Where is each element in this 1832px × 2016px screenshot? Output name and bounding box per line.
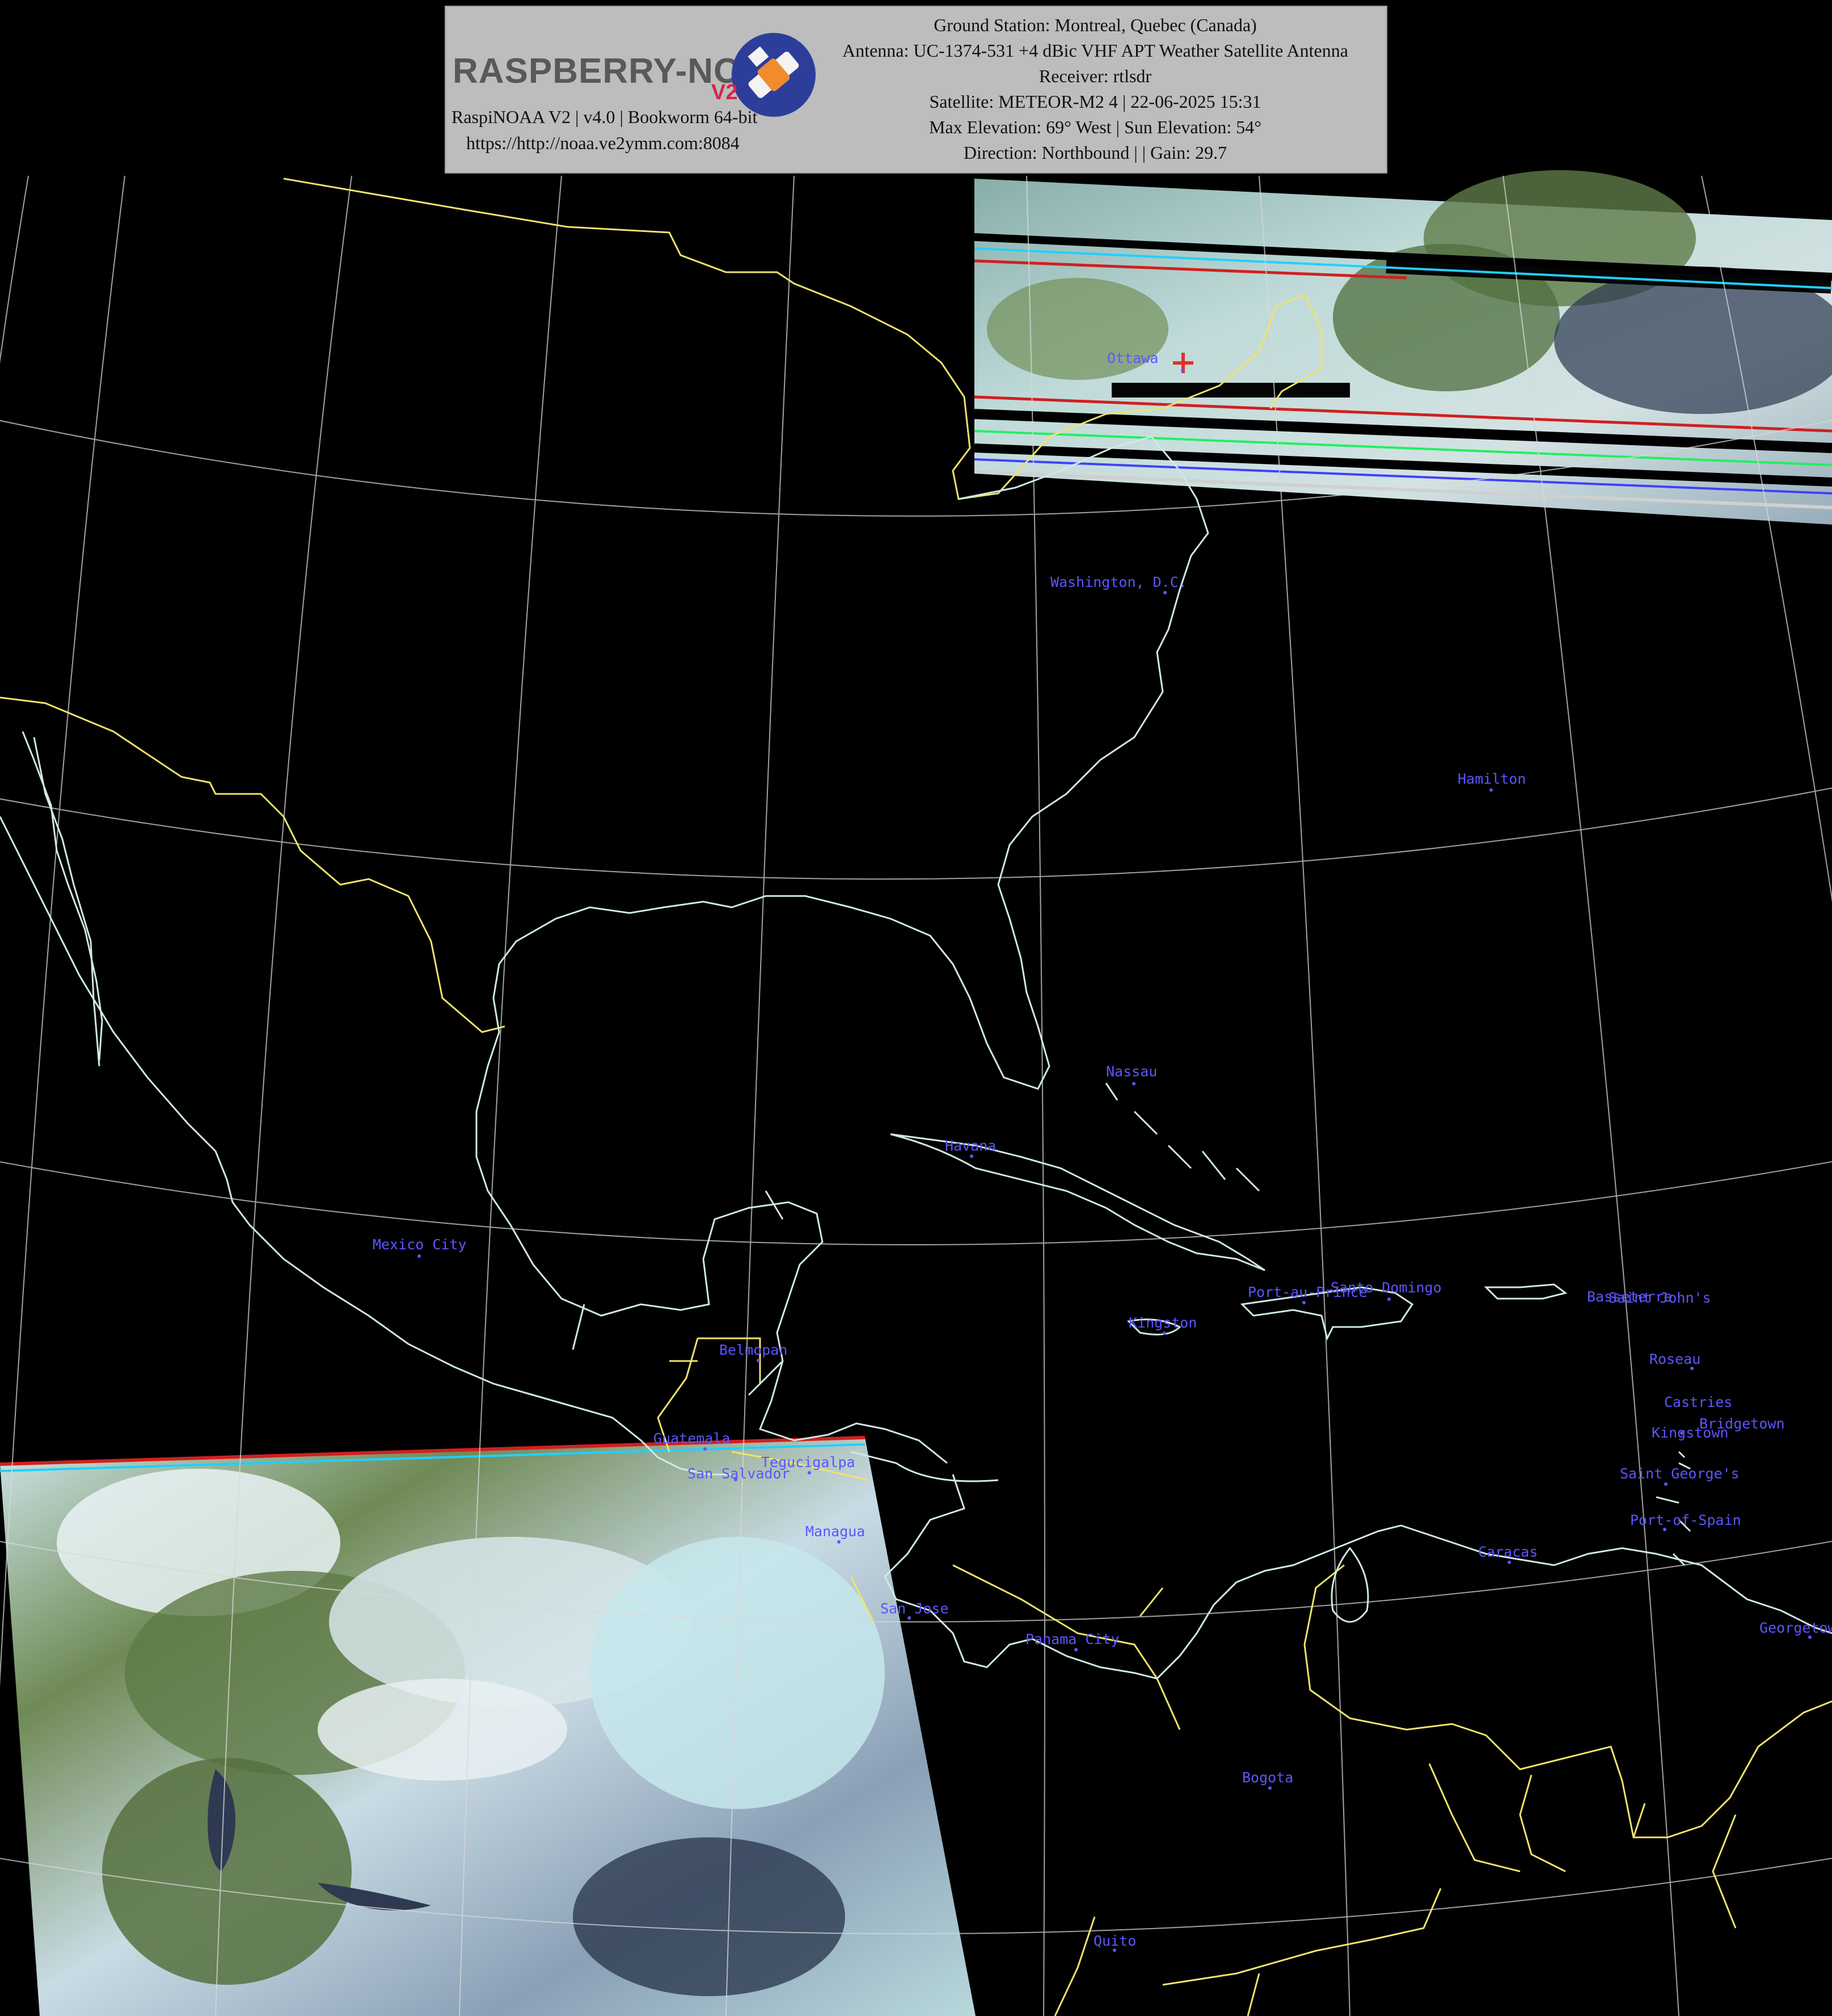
direction-gain: Direction: Northbound | | Gain: 29.7: [963, 142, 1227, 163]
software-version: RaspiNOAA V2 | v4.0 | Bookworm 64-bit: [451, 107, 758, 127]
city-dot: [1074, 1648, 1078, 1651]
city-dot: [1690, 1367, 1694, 1370]
city-dot: [1181, 369, 1184, 372]
city-dot: [703, 1447, 707, 1451]
satellite-icon: [732, 33, 816, 117]
city-label: Saint John's: [1609, 1290, 1711, 1306]
city-dot: [1664, 1482, 1668, 1486]
city-label: Quito: [1094, 1933, 1137, 1949]
city-dot: [734, 1478, 737, 1481]
satellite-map: [0, 170, 1832, 2016]
antenna: Antenna: UC-1374-531 +4 dBic VHF APT Wea…: [842, 40, 1348, 61]
raspberry-noaa-logo: RASPBERRY-NOAA V2: [449, 17, 816, 117]
city-label: Port-of-Spain: [1630, 1512, 1741, 1528]
city-label: Panama City: [1025, 1631, 1120, 1647]
city-dot: [417, 1254, 421, 1258]
pass-details: Ground Station: Montreal, Quebec (Canada…: [809, 12, 1382, 166]
city-dot: [1113, 1949, 1116, 1952]
city-label: Belmopan: [719, 1342, 788, 1358]
city-dot: [1163, 1332, 1166, 1335]
station-url: https://http://noaa.ve2ymm.com:8084: [466, 133, 740, 153]
city-label: Ottawa: [1107, 350, 1159, 366]
city-dot: [907, 1616, 911, 1620]
city-label: Havana: [945, 1138, 997, 1154]
city-label: Bridgetown: [1699, 1415, 1785, 1432]
city-dot: [757, 1359, 760, 1362]
city-label: Kingston: [1129, 1315, 1197, 1331]
city-dot: [1387, 1297, 1391, 1301]
city-label: Mexico City: [373, 1236, 467, 1253]
city-dot: [970, 1155, 973, 1158]
city-dot: [1268, 1786, 1272, 1790]
elevation: Max Elevation: 69° West | Sun Elevation:…: [928, 117, 1262, 137]
city-label: Washington, D.C.: [1050, 574, 1187, 590]
ground-station: Ground Station: Montreal, Quebec (Canada…: [934, 15, 1257, 35]
city-dot: [808, 1471, 811, 1474]
city-label: Saint George's: [1620, 1465, 1740, 1482]
city-dot: [1663, 1528, 1666, 1531]
city-label: Guatemala: [653, 1430, 731, 1447]
city-label: Nassau: [1106, 1063, 1158, 1080]
city-label: Bogota: [1242, 1769, 1294, 1786]
city-label: Managua: [805, 1523, 866, 1540]
city-dot: [837, 1540, 841, 1544]
logo-version-badge: V2: [711, 81, 738, 104]
city-label: Tegucigalpa: [761, 1454, 855, 1470]
city-dot: [1163, 591, 1167, 594]
city-dot: [1489, 788, 1493, 792]
city-label: Georgetown: [1759, 1620, 1832, 1636]
city-label: San Jose: [880, 1600, 949, 1617]
city-dot: [1508, 1561, 1511, 1564]
city-label: Hamilton: [1458, 771, 1526, 787]
satellite-image-north: [974, 170, 1832, 525]
satellite-pass: Satellite: METEOR-M2 4 | 22-06-2025 15:3…: [929, 91, 1261, 112]
city-label: Roseau: [1649, 1351, 1701, 1367]
city-dot: [1132, 1082, 1135, 1085]
city-label: Castries: [1664, 1394, 1733, 1410]
city-label: Caracas: [1478, 1544, 1538, 1560]
city-dot: [1302, 1301, 1306, 1304]
city-label: Santo Domingo: [1331, 1279, 1442, 1296]
city-dot: [1680, 1431, 1683, 1435]
city-dot: [1808, 1635, 1812, 1639]
receiver: Receiver: rtlsdr: [1039, 66, 1152, 86]
pass-info-panel: RASPBERRY-NOAA V2 RaspiNOAA V2 | v4.0 | …: [445, 6, 1387, 174]
